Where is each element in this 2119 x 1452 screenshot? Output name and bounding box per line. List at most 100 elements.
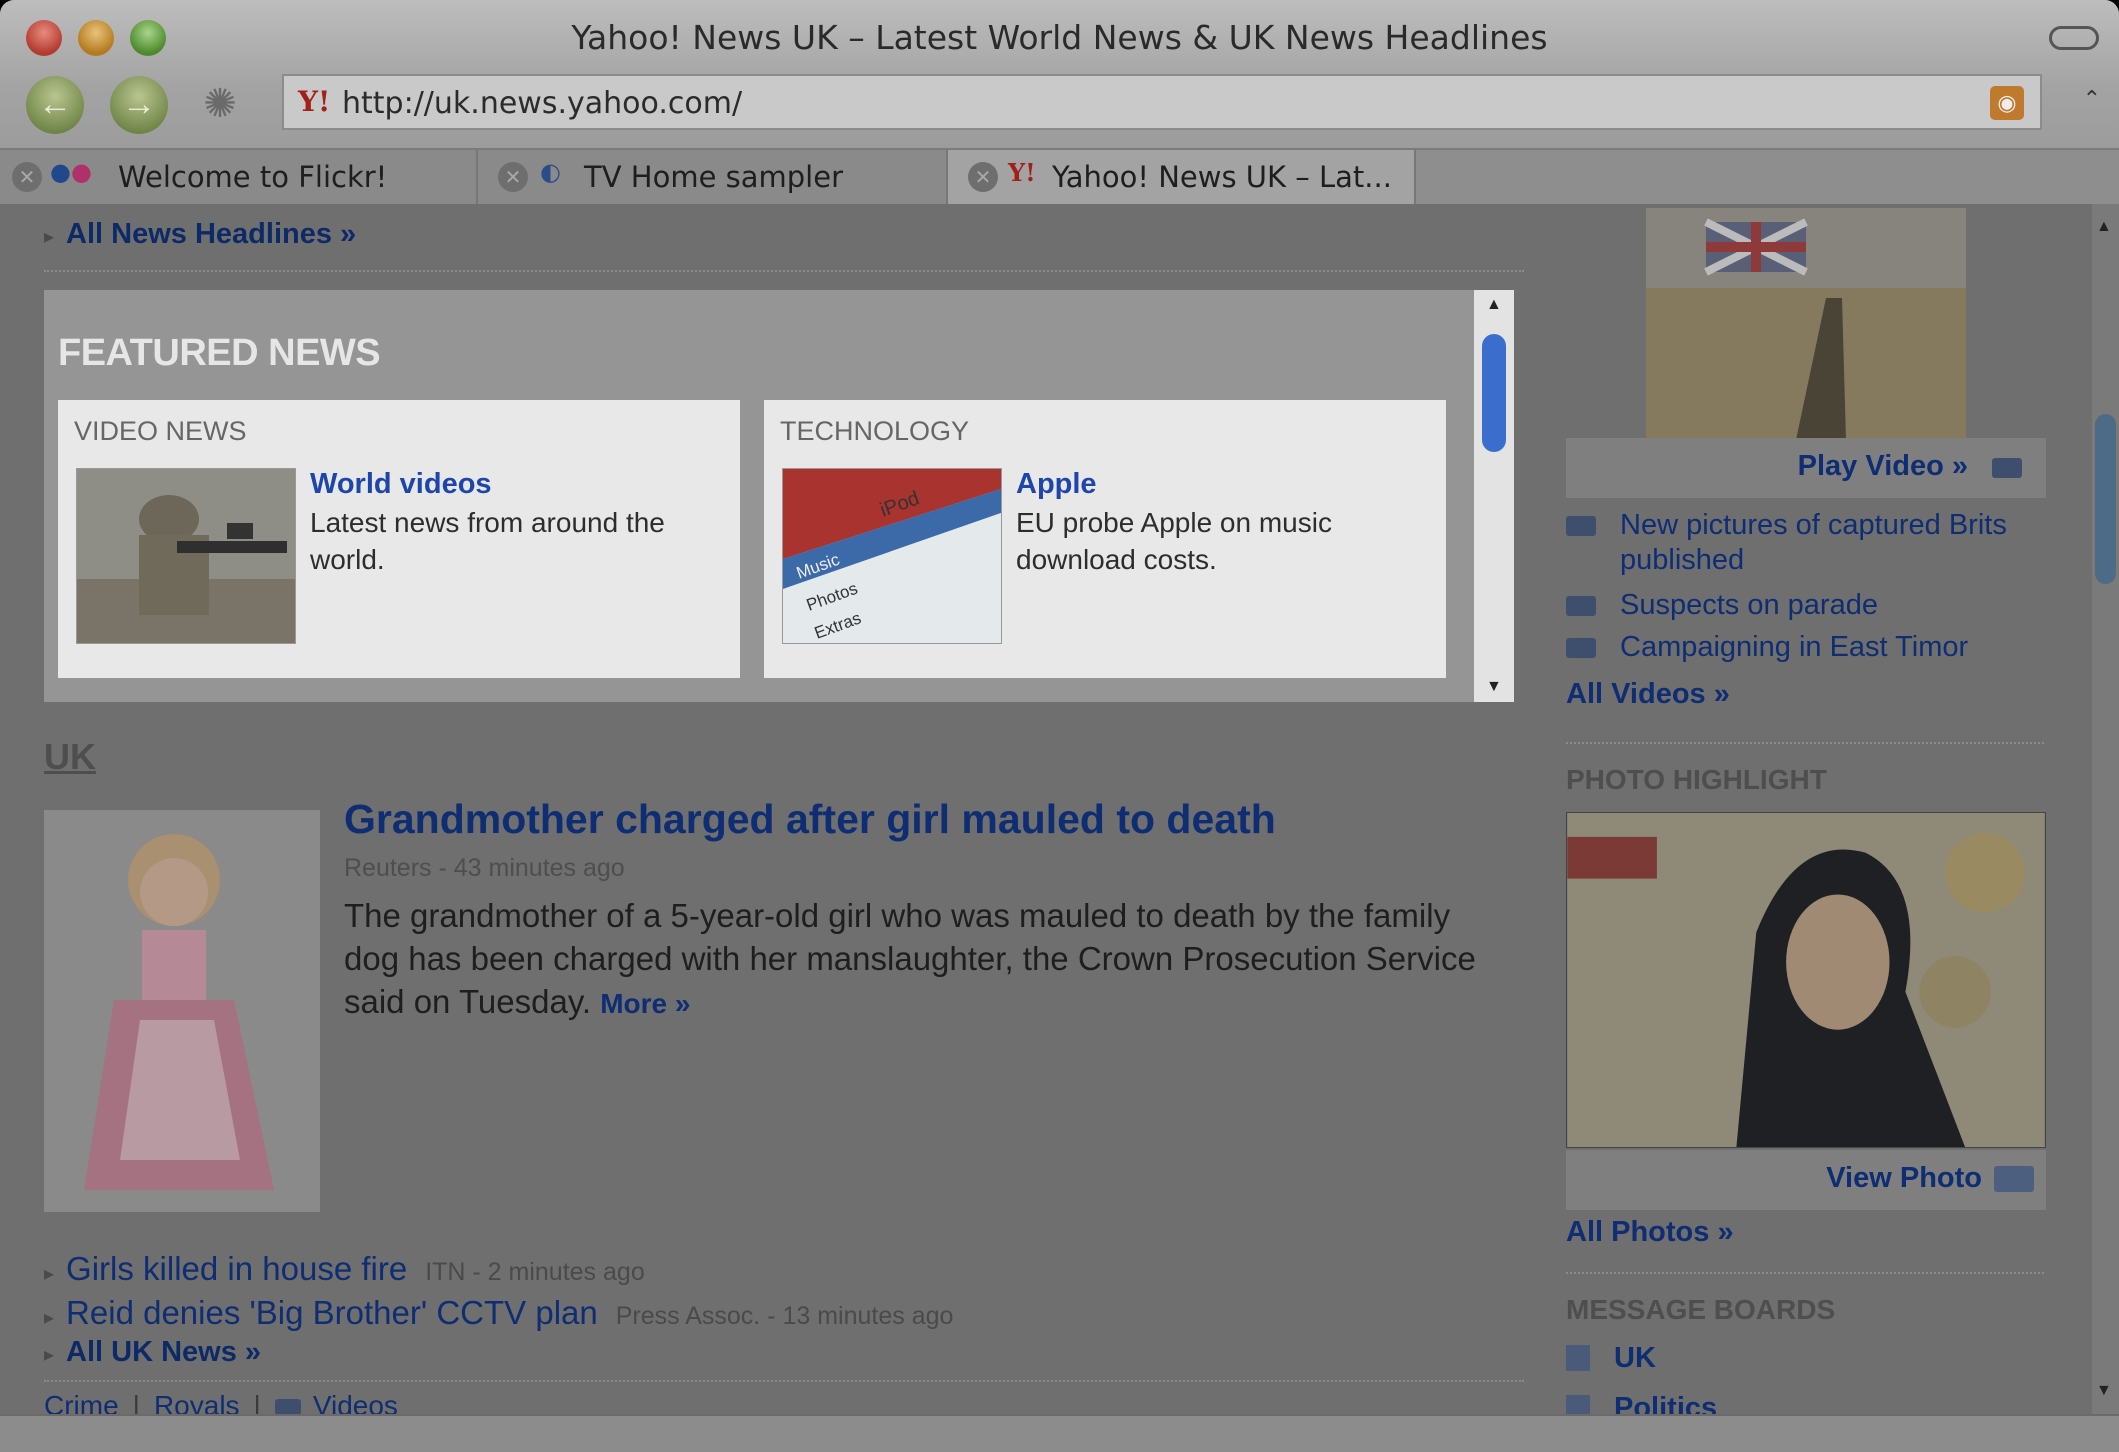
uk-category-links: Crime | Royals | Videos [44, 1390, 398, 1414]
url-text[interactable]: http://uk.news.yahoo.com/ [342, 86, 742, 121]
video-list-item[interactable]: Campaigning in East Timor [1566, 630, 2046, 665]
soldier-thumbnail[interactable] [76, 468, 296, 644]
uk-item-meta: Press Assoc. - 13 minutes ago [615, 1302, 954, 1330]
bullet-arrow-icon: ▸ [44, 226, 55, 248]
view-photo-link[interactable]: View Photo [1826, 1162, 1982, 1195]
category-royals-link[interactable]: Royals [154, 1390, 240, 1414]
uk-item-title[interactable]: Reid denies 'Big Brother' CCTV plan [66, 1294, 598, 1331]
divider [1566, 1272, 2044, 1274]
loading-spinner-icon: ✺ [203, 82, 237, 126]
play-video-link[interactable]: Play Video » [1798, 450, 1968, 483]
page-scrollbar[interactable]: ▲ ▼ [2092, 204, 2119, 1414]
divider [44, 1380, 1524, 1382]
back-button[interactable]: ← [26, 76, 84, 134]
yahoo-favicon-icon: Y! [298, 85, 331, 118]
photo-highlight-heading: PHOTO HIGHLIGHT [1566, 764, 1827, 795]
card-description: EU probe Apple on music download costs. [1016, 507, 1332, 575]
play-video-bar[interactable]: Play Video » [1566, 438, 2046, 498]
tab-label: TV Home sampler [584, 160, 843, 194]
divider [44, 270, 1524, 272]
video-item-link[interactable]: New pictures of captured Brits published [1620, 508, 2046, 578]
board-link[interactable]: UK [1614, 1342, 1656, 1374]
message-board-item[interactable]: UK [1566, 1342, 1656, 1375]
video-item-link[interactable]: Campaigning in East Timor [1620, 630, 2046, 665]
tv-sampler-icon: ◐ [540, 158, 561, 186]
uk-item-title[interactable]: Girls killed in house fire [66, 1250, 407, 1287]
all-uk-news-link[interactable]: ▸ All UK News » [44, 1336, 261, 1369]
bullet-arrow-icon: ▸ [44, 1344, 55, 1366]
view-photo-bar[interactable]: View Photo [1566, 1150, 2046, 1210]
separator: | [132, 1390, 140, 1414]
tab-close-icon[interactable]: ✕ [12, 162, 42, 192]
photo-camera-icon [1994, 1166, 2034, 1192]
tab-close-icon[interactable]: ✕ [968, 162, 998, 192]
featured-card-technology[interactable]: TECHNOLOGY iPod Music Photos Extras Appl… [764, 400, 1446, 678]
video-camera-icon [1992, 458, 2022, 478]
featured-card-video[interactable]: VIDEO NEWS World videos Latest news from… [58, 400, 740, 678]
card-kicker: VIDEO NEWS [74, 416, 247, 446]
web-page: ▸ All News Headlines » FEATURED NEWS VIDE… [0, 204, 2092, 1414]
board-folder-icon [1566, 1345, 1590, 1371]
scroll-down-arrow-icon[interactable]: ▼ [2096, 1382, 2112, 1400]
window-title: Yahoo! News UK – Latest World News & UK … [571, 18, 1548, 57]
yahoo-icon: Y! [1008, 158, 1036, 187]
video-list-item[interactable]: New pictures of captured Brits published [1566, 508, 2046, 578]
all-videos-link[interactable]: All Videos » [1566, 678, 1730, 711]
card-headline-link[interactable]: World videos [310, 468, 492, 501]
video-camera-icon [1566, 516, 1596, 536]
separator: | [253, 1390, 261, 1414]
video-list-item[interactable]: Suspects on parade [1566, 588, 2046, 623]
scroll-down-arrow-icon[interactable]: ▼ [1486, 678, 1502, 696]
scrollbar-thumb[interactable] [1482, 334, 1506, 452]
category-videos-link[interactable]: Videos [313, 1390, 398, 1414]
girl-photo[interactable] [44, 810, 320, 1212]
bullet-arrow-icon: ▸ [44, 1307, 55, 1329]
tab-tv-home[interactable]: ✕ ◐ TV Home sampler [478, 150, 948, 204]
card-headline-link[interactable]: Apple [1016, 468, 1097, 501]
rss-feed-icon[interactable]: ◉ [1990, 86, 2024, 120]
message-board-item[interactable]: Politics [1566, 1392, 1717, 1414]
scroll-up-arrow-icon[interactable]: ▲ [2096, 218, 2112, 236]
address-bar[interactable]: Y! http://uk.news.yahoo.com/ ◉ [282, 74, 2042, 130]
uk-news-item[interactable]: ▸ Reid denies 'Big Brother' CCTV plan Pres… [44, 1294, 953, 1332]
message-boards-heading: MESSAGE BOARDS [1566, 1294, 1836, 1325]
video-thumbnail[interactable] [1646, 208, 1966, 440]
status-bar [0, 1414, 2119, 1452]
video-camera-icon [274, 1399, 301, 1414]
back-arrow-icon: ← [38, 85, 72, 123]
uk-top-headline-link[interactable]: Grandmother charged after girl mauled to… [344, 796, 1276, 843]
all-news-headlines-link[interactable]: ▸ All News Headlines » [44, 218, 356, 251]
svg-text:‎ ‎: ‎ ‎ [1866, 1090, 1873, 1117]
scroll-up-caret-icon[interactable]: ⌃ [2083, 86, 2101, 112]
more-link[interactable]: More » [600, 988, 690, 1019]
video-camera-icon [1566, 638, 1596, 658]
flickr-icon: ●● [50, 158, 92, 186]
bullet-arrow-icon: ▸ [44, 1263, 55, 1285]
uk-section-title[interactable]: UK [44, 736, 96, 778]
tab-label: Welcome to Flickr! [118, 160, 388, 194]
all-photos-link[interactable]: All Photos » [1566, 1216, 1734, 1249]
featured-news-module: FEATURED NEWS VIDEO NEWS World videos La… [44, 290, 1514, 702]
forward-button[interactable]: → [110, 76, 168, 134]
tab-close-icon[interactable]: ✕ [498, 162, 528, 192]
toolbar-toggle-button[interactable] [2049, 26, 2099, 50]
scroll-up-arrow-icon[interactable]: ▲ [1486, 296, 1502, 314]
uk-news-item[interactable]: ▸ Girls killed in house fire ITN - 2 minut… [44, 1250, 645, 1288]
video-item-link[interactable]: Suspects on parade [1620, 588, 2046, 623]
uk-item-meta: ITN - 2 minutes ago [425, 1258, 645, 1286]
photo-highlight-image[interactable]: ‎ ‎ [1566, 812, 2046, 1148]
category-crime-link[interactable]: Crime [44, 1390, 119, 1414]
tab-flickr[interactable]: ✕ ●● Welcome to Flickr! [0, 150, 478, 204]
browser-chrome: Yahoo! News UK – Latest World News & UK … [0, 0, 2119, 148]
tab-bar: ✕ ●● Welcome to Flickr! ✕ ◐ TV Home samp… [0, 148, 2119, 206]
tab-label: Yahoo! News UK – Lat... [1052, 160, 1392, 194]
scrollbar-thumb[interactable] [2095, 414, 2116, 584]
board-link[interactable]: Politics [1614, 1392, 1717, 1414]
card-kicker: TECHNOLOGY [780, 416, 970, 446]
ipod-thumbnail[interactable]: iPod Music Photos Extras [782, 468, 1002, 644]
board-folder-icon [1566, 1395, 1590, 1414]
featured-news-title: FEATURED NEWS [58, 332, 381, 374]
video-camera-icon [1566, 596, 1596, 616]
tab-yahoo-news[interactable]: ✕ Y! Yahoo! News UK – Lat... [948, 150, 1416, 204]
featured-scrollbar[interactable]: ▲ ▼ [1474, 290, 1514, 702]
